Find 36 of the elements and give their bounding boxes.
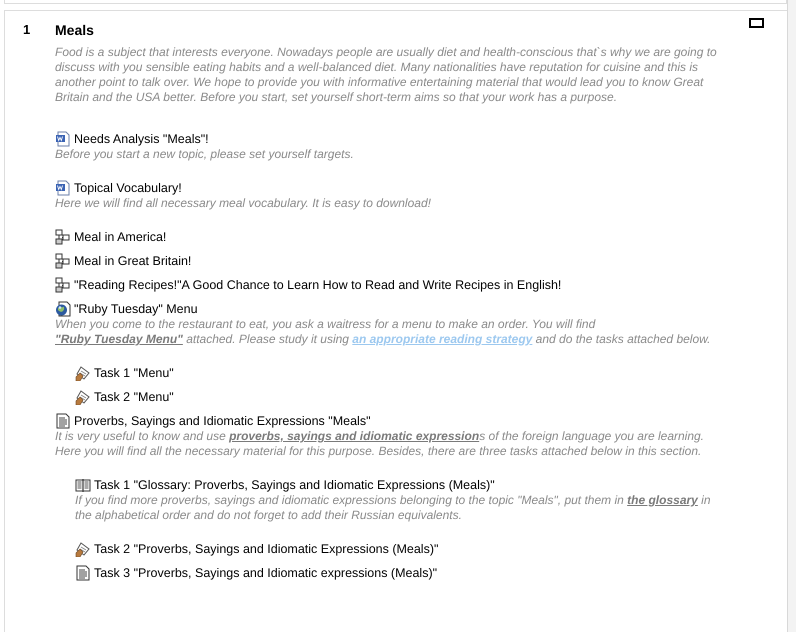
square-icon[interactable]: [749, 18, 764, 28]
section-number: 1: [23, 22, 30, 37]
activity-description: When you come to the restaurant to eat, you ask a waitress for a menu to make an order. You will find "Ruby Tuesday Menu" attached. Please study it using an appropriate reading strategy and do the tasks attached below.: [55, 317, 712, 347]
activity-link[interactable]: Task 2 "Proverbs, Sayings and Idiomatic Expressions (Meals)": [94, 540, 438, 558]
document-icon: [55, 131, 71, 147]
document-icon: [55, 180, 71, 196]
activity-description: Before you start a new topic, please set yourself targets.: [55, 147, 355, 162]
activity-link[interactable]: Proverbs, Sayings and Idiomatic Expressions "Meals": [74, 412, 371, 430]
section-title: Meals: [55, 21, 95, 40]
section-summary: Food is a subject that interests everyone. Nowadays people are usually diet and health-conscious that`s why we are going to discuss with you sensible eating habits and a well-balanced diet. Many nationalities have reputation for cuisine and this is another point to talk over. We hope to provide you with informative entertaining material that would lead you to know Great Britain and the USA better. Before you start, set yourself short-term aims so that your work has a purpose.: [55, 45, 718, 105]
book-icon: [75, 477, 91, 493]
hierarchy-icon: [55, 277, 71, 293]
activity-description: If you find more proverbs, sayings and idiomatic expressions belonging to the topic "Meals", put them in the glossary in the alphabetical order and do not forget to add their Russian equivalents.: [75, 493, 712, 523]
activity-link[interactable]: Task 1 "Menu": [94, 364, 174, 382]
description-link[interactable]: proverbs, sayings and idiomatic expression: [229, 429, 480, 443]
hand-paper-icon: [75, 389, 91, 405]
activity-description: It is very useful to know and use proverbs, sayings and idiomatic expressions of the foreign language you are learning. Here you will find all the necessary material for this purpose. Besides, there are three tasks attached below in this section.: [55, 429, 706, 459]
page-icon: [75, 565, 91, 581]
activity-link[interactable]: Meal in Great Britain!: [74, 252, 192, 270]
activity-link[interactable]: "Ruby Tuesday" Menu: [74, 300, 198, 318]
description-link[interactable]: the glossary: [627, 493, 698, 507]
activity-link[interactable]: Task 2 "Menu": [94, 388, 174, 406]
hierarchy-icon: [55, 253, 71, 269]
page-icon: [55, 413, 71, 429]
activity-description: Here we will find all necessary meal vocabulary. It is easy to download!: [55, 196, 432, 211]
activity-link[interactable]: Needs Analysis "Meals"!: [74, 130, 209, 148]
activity-link[interactable]: Task 3 "Proverbs, Sayings and Idiomatic expressions (Meals)": [94, 564, 438, 582]
activity-link[interactable]: "Reading Recipes!"A Good Chance to Learn How to Read and Write Recipes in English!: [74, 276, 562, 294]
activity-link[interactable]: Topical Vocabulary!: [74, 178, 182, 198]
description-link[interactable]: "Ruby Tuesday Menu": [55, 332, 183, 346]
hand-paper-icon: [75, 541, 91, 557]
activity-link[interactable]: Meal in America!: [74, 228, 166, 246]
activity-link[interactable]: Task 1 "Glossary: Proverbs, Sayings and Idiomatic Expressions (Meals)": [94, 476, 495, 494]
hand-paper-icon: [75, 365, 91, 381]
hierarchy-icon: [55, 229, 71, 245]
globe-icon: [55, 301, 71, 317]
